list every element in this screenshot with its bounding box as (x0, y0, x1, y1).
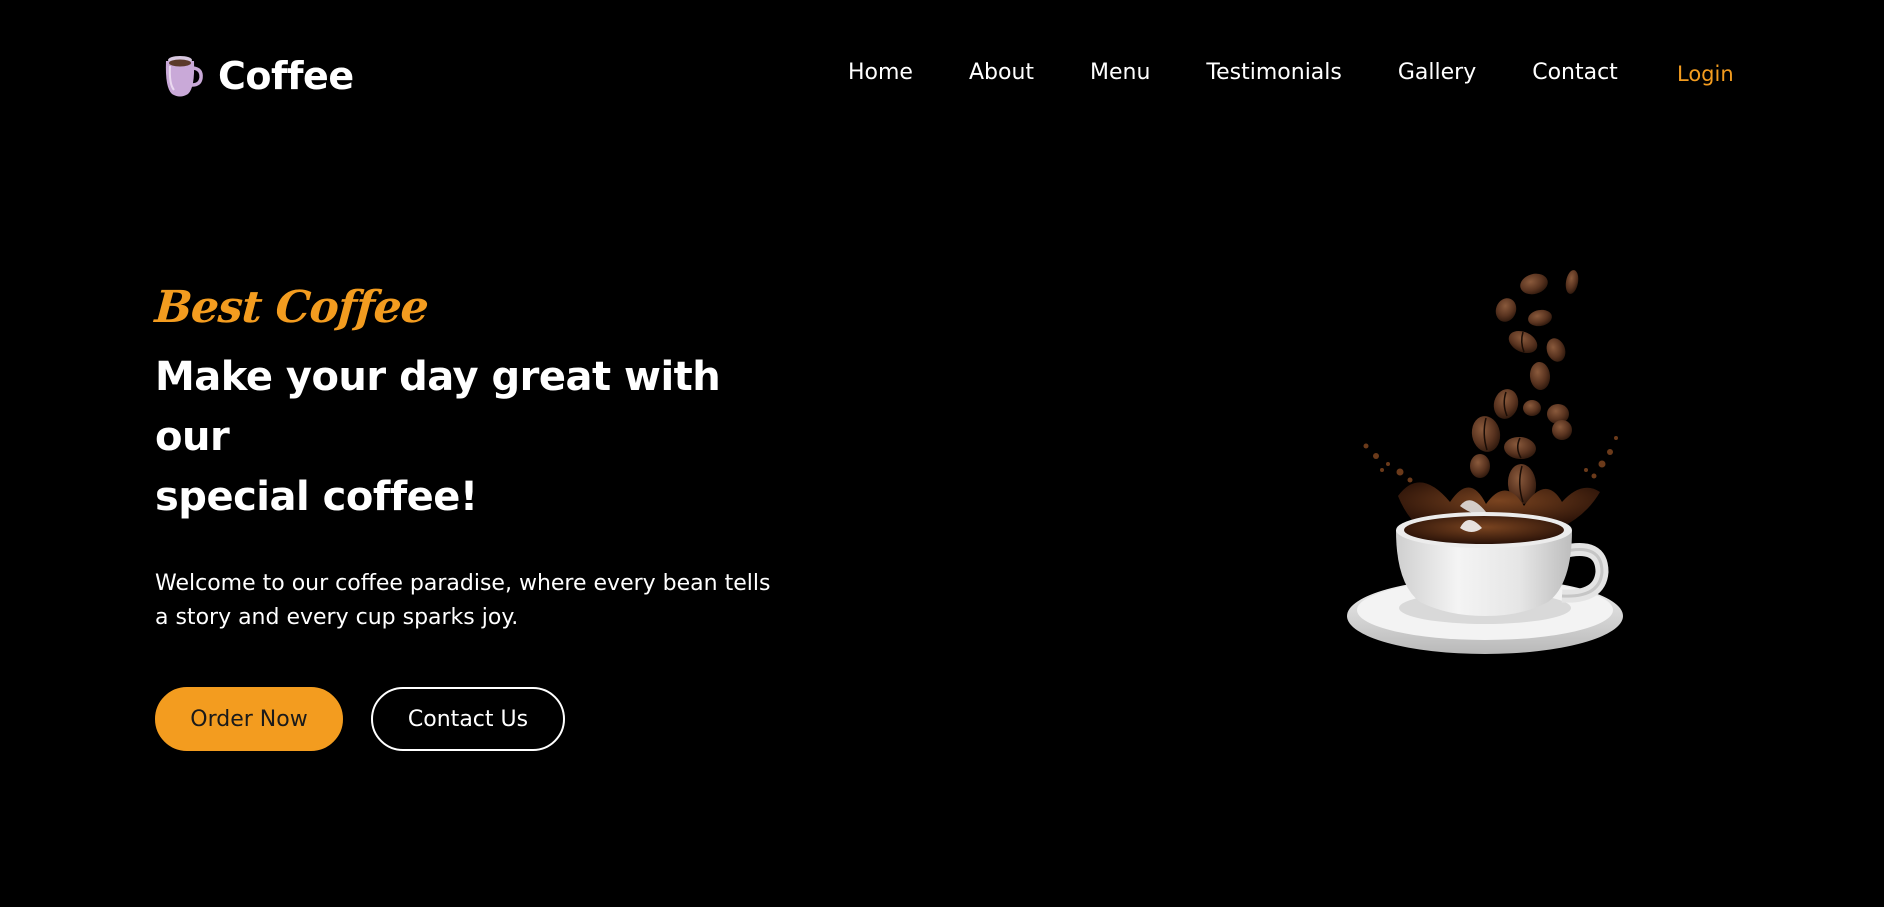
nav-menu: Home About Menu Testimonials Gallery Con… (848, 60, 1618, 85)
hero-description: Welcome to our coffee paradise, where ev… (155, 567, 795, 635)
nav-link-about[interactable]: About (969, 60, 1034, 85)
order-now-button[interactable]: Order Now (155, 687, 343, 751)
hero-headline-line-1: Make your day great with our (155, 354, 721, 460)
coffee-cup-splash-image (1347, 270, 1623, 654)
brand-name: Coffee (218, 54, 354, 98)
login-link[interactable]: Login (1677, 62, 1734, 86)
hero-subtitle: Best Coffee (153, 282, 430, 333)
hero-description-line-1: Welcome to our coffee paradise, where ev… (155, 571, 771, 596)
navbar: Coffee Home About Menu Testimonials Gall… (0, 0, 1884, 160)
coffee-mug-icon (165, 56, 203, 97)
brand-logo-link[interactable]: Coffee (160, 52, 354, 100)
hero-section: Best Coffee Make your day great with our… (153, 282, 805, 751)
nav-link-testimonials[interactable]: Testimonials (1206, 60, 1341, 85)
nav-link-gallery[interactable]: Gallery (1398, 60, 1476, 85)
nav-link-menu[interactable]: Menu (1090, 60, 1150, 85)
nav-link-home[interactable]: Home (848, 60, 913, 85)
contact-us-button[interactable]: Contact Us (371, 687, 565, 751)
landing-page: Coffee Home About Menu Testimonials Gall… (0, 0, 1884, 907)
nav-link-contact[interactable]: Contact (1532, 60, 1618, 85)
hero-description-line-2: a story and every cup sparks joy. (155, 605, 519, 630)
hero-headline-line-2: special coffee! (155, 474, 478, 520)
hero-headline: Make your day great with our special cof… (155, 347, 805, 527)
hero-buttons: Order Now Contact Us (155, 687, 805, 751)
